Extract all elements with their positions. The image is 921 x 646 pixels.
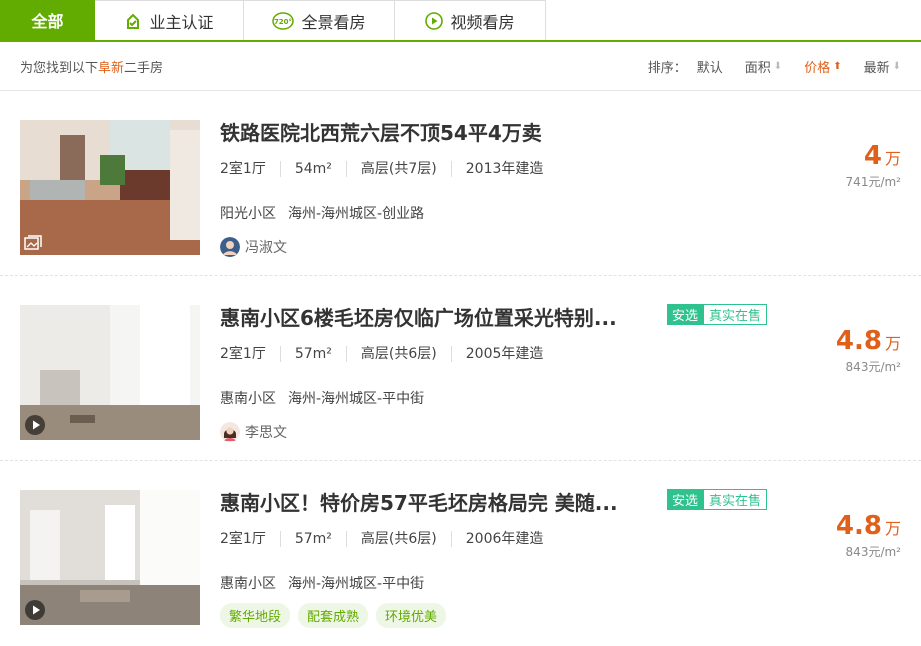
location-text: 海州-海州城区-平中街 bbox=[288, 391, 425, 407]
avatar bbox=[220, 422, 240, 442]
filter-tabs: 全部 业主认证 720° 全景看房 视频看房 bbox=[0, 0, 921, 42]
owner-verified-icon bbox=[124, 12, 142, 30]
price-block: 4万 741元/m² bbox=[845, 141, 901, 189]
tab-panorama[interactable]: 720° 全景看房 bbox=[244, 0, 395, 40]
agent-name: 李思文 bbox=[245, 425, 287, 441]
listing-item[interactable]: 惠南小区6楼毛坯房仅临广场位置采光特别... 安选 真实在售 2室1厅 57m² … bbox=[0, 276, 921, 461]
tab-label: 全景看房 bbox=[301, 12, 366, 32]
panorama-720-icon: 720° bbox=[272, 11, 295, 30]
agent-name: 冯淑文 bbox=[245, 240, 287, 256]
tag-genuine: 真实在售 bbox=[703, 489, 768, 510]
listing-photo[interactable] bbox=[20, 120, 200, 255]
tab-video[interactable]: 视频看房 bbox=[395, 0, 546, 40]
listing-title[interactable]: 惠南小区！特价房57平毛坯房格局完 美随... bbox=[220, 487, 618, 516]
tab-label: 视频看房 bbox=[450, 12, 515, 32]
video-play-icon[interactable] bbox=[24, 599, 46, 621]
total-price: 4 bbox=[863, 141, 882, 171]
agent-info[interactable]: 冯淑文 bbox=[220, 237, 287, 257]
svg-text:720°: 720° bbox=[274, 18, 292, 26]
sort-area[interactable]: 面积 ⬇ bbox=[745, 57, 782, 76]
community-link[interactable]: 惠南小区 bbox=[220, 573, 276, 593]
unit-price: 843元/m² bbox=[845, 360, 901, 374]
feature-tag: 繁华地段 bbox=[220, 603, 291, 628]
listing-list: 铁路医院北西荒六层不顶54平4万卖 2室1厅 54m² 高层(共7层) 2013… bbox=[0, 91, 921, 646]
community-link[interactable]: 阳光小区 bbox=[220, 203, 276, 223]
arrow-down-icon: ⬇ bbox=[892, 60, 901, 72]
feature-tag: 配套成熟 bbox=[298, 603, 369, 628]
listing-meta: 2室1厅 57m² 高层(共6层) 2005年建造 bbox=[220, 346, 557, 362]
arrow-down-icon: ⬇ bbox=[773, 60, 783, 72]
arrow-up-icon: ⬆ bbox=[833, 60, 842, 72]
video-play-icon[interactable] bbox=[24, 414, 46, 436]
listing-item[interactable]: 惠南小区！特价房57平毛坯房格局完 美随... 安选 真实在售 2室1厅 57m²… bbox=[0, 461, 921, 646]
listing-title[interactable]: 惠南小区6楼毛坯房仅临广场位置采光特别... bbox=[220, 302, 617, 331]
listing-photo[interactable] bbox=[20, 305, 200, 440]
avatar bbox=[220, 237, 240, 257]
unit-price: 741元/m² bbox=[845, 175, 901, 189]
tag-anxuan: 安选 bbox=[667, 489, 704, 510]
listing-address: 阳光小区 海州-海州城区-创业路 bbox=[220, 203, 436, 223]
listing-tags: 安选 真实在售 bbox=[667, 489, 768, 510]
price-block: 4.8 万 843元/m² bbox=[835, 326, 901, 374]
sort-newest[interactable]: 最新 ⬇ bbox=[864, 57, 901, 76]
total-price: 4.8 bbox=[835, 511, 882, 541]
gallery-icon bbox=[24, 235, 42, 251]
price-block: 4.8 万 843元/m² bbox=[835, 511, 901, 559]
location-text: 海州-海州城区-平中街 bbox=[288, 576, 425, 592]
sort-label: 排序： bbox=[647, 60, 687, 76]
listing-address: 惠南小区 海州-海州城区-平中街 bbox=[220, 388, 436, 408]
listing-meta: 2室1厅 54m² 高层(共7层) 2013年建造 bbox=[220, 161, 557, 177]
total-price: 4.8 bbox=[835, 326, 882, 356]
video-play-icon bbox=[425, 11, 444, 30]
listing-photo[interactable] bbox=[20, 490, 200, 625]
listing-tags: 安选 真实在售 bbox=[667, 304, 768, 325]
listing-address: 惠南小区 海州-海州城区-平中街 bbox=[220, 573, 436, 593]
result-summary: 为您找到以下阜新二手房 bbox=[20, 60, 164, 76]
tag-genuine: 真实在售 bbox=[703, 304, 768, 325]
tab-label: 全部 bbox=[31, 12, 64, 31]
tag-anxuan: 安选 bbox=[667, 304, 704, 325]
community-link[interactable]: 惠南小区 bbox=[220, 388, 276, 408]
sort-options: 排序： 默认 面积 ⬇ 价格 ⬆ 最新 ⬇ bbox=[648, 57, 901, 76]
tab-owner-verified[interactable]: 业主认证 bbox=[95, 0, 244, 40]
listing-title[interactable]: 铁路医院北西荒六层不顶54平4万卖 bbox=[220, 117, 542, 146]
feature-tags: 繁华地段 配套成熟 环境优美 bbox=[220, 603, 447, 628]
listing-item[interactable]: 铁路医院北西荒六层不顶54平4万卖 2室1厅 54m² 高层(共7层) 2013… bbox=[0, 91, 921, 276]
result-bar: 为您找到以下阜新二手房 排序： 默认 面积 ⬇ 价格 ⬆ 最新 ⬇ bbox=[0, 42, 921, 91]
feature-tag: 环境优美 bbox=[376, 603, 447, 628]
agent-info[interactable]: 李思文 bbox=[220, 422, 287, 442]
sort-price[interactable]: 价格 ⬆ bbox=[804, 57, 841, 76]
tab-label: 业主认证 bbox=[149, 12, 214, 32]
location-text: 海州-海州城区-创业路 bbox=[288, 206, 425, 222]
sort-default[interactable]: 默认 bbox=[697, 57, 723, 76]
unit-price: 843元/m² bbox=[845, 545, 901, 559]
listing-meta: 2室1厅 57m² 高层(共6层) 2006年建造 bbox=[220, 531, 557, 547]
tab-all[interactable]: 全部 bbox=[0, 0, 95, 40]
